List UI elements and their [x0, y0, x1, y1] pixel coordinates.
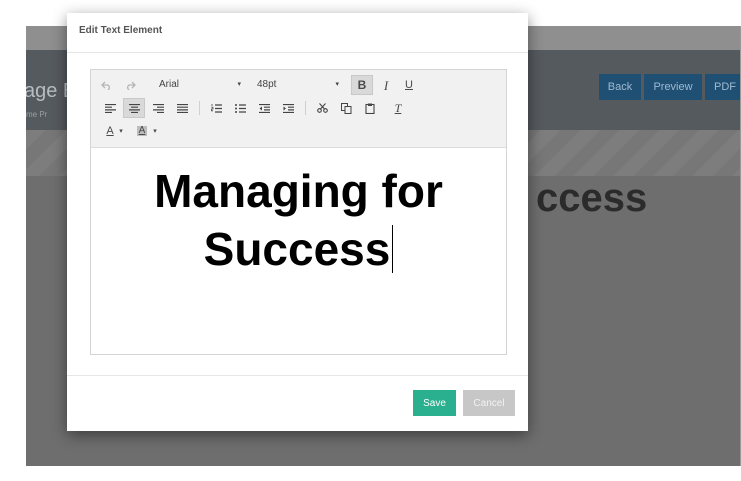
- editor-toolbar: Arial ▾ 48pt ▾ B I U T A ▾ A ▾: [91, 70, 506, 148]
- font-family-value: Arial: [159, 79, 180, 90]
- font-size-value: 48pt: [257, 79, 277, 90]
- toolbar-divider: [199, 101, 200, 115]
- cancel-button[interactable]: Cancel: [463, 390, 515, 416]
- font-family-select[interactable]: Arial ▾: [159, 75, 241, 95]
- unordered-list-icon[interactable]: [229, 98, 251, 118]
- text-cursor: [392, 225, 394, 273]
- clear-format-icon[interactable]: T: [387, 98, 409, 118]
- italic-button[interactable]: I: [375, 75, 397, 95]
- ordered-list-icon[interactable]: [205, 98, 227, 118]
- pdf-button[interactable]: PDF: [705, 74, 741, 100]
- highlight-color-label: A: [136, 125, 148, 136]
- align-justify-icon[interactable]: [171, 98, 193, 118]
- rich-text-editor[interactable]: Arial ▾ 48pt ▾ B I U T A ▾ A ▾ Managing …: [90, 69, 507, 355]
- app-breadcrumb: me Pr: [26, 110, 48, 119]
- chevron-down-icon: ▾: [335, 81, 339, 88]
- undo-icon[interactable]: [95, 75, 117, 95]
- preview-button[interactable]: Preview: [644, 74, 702, 100]
- content-line-2-text: Success: [203, 223, 391, 275]
- toolbar-row-1: Arial ▾ 48pt ▾ B I U: [95, 75, 505, 95]
- toolbar-divider: [305, 101, 306, 115]
- chevron-down-icon: ▾: [237, 81, 241, 88]
- paste-icon[interactable]: [359, 98, 381, 118]
- chevron-down-icon[interactable]: ▾: [115, 121, 127, 141]
- page-heading: ccess: [536, 176, 648, 220]
- toolbar-row-2: T: [95, 98, 505, 118]
- content-line-1: Managing for: [154, 165, 443, 217]
- back-button[interactable]: Back: [599, 74, 641, 100]
- divider: [67, 52, 528, 53]
- content-line-2: Success: [91, 220, 506, 278]
- bold-button[interactable]: B: [351, 75, 373, 95]
- editor-content[interactable]: Managing for Success: [91, 148, 506, 278]
- underline-button[interactable]: U: [398, 75, 420, 95]
- align-right-icon[interactable]: [147, 98, 169, 118]
- indent-icon[interactable]: [277, 98, 299, 118]
- outdent-icon[interactable]: [253, 98, 275, 118]
- toolbar-row-3: A ▾ A ▾: [95, 121, 215, 141]
- divider: [67, 375, 528, 376]
- chevron-down-icon[interactable]: ▾: [149, 121, 161, 141]
- align-center-icon[interactable]: [123, 98, 145, 118]
- edit-text-modal: Edit Text Element Arial ▾ 48pt ▾ B I U T…: [67, 13, 528, 431]
- modal-title: Edit Text Element: [79, 25, 163, 36]
- save-button[interactable]: Save: [413, 390, 456, 416]
- font-size-select[interactable]: 48pt ▾: [257, 75, 339, 95]
- redo-icon[interactable]: [119, 75, 141, 95]
- align-left-icon[interactable]: [99, 98, 121, 118]
- copy-icon[interactable]: [335, 98, 357, 118]
- cut-icon[interactable]: [311, 98, 333, 118]
